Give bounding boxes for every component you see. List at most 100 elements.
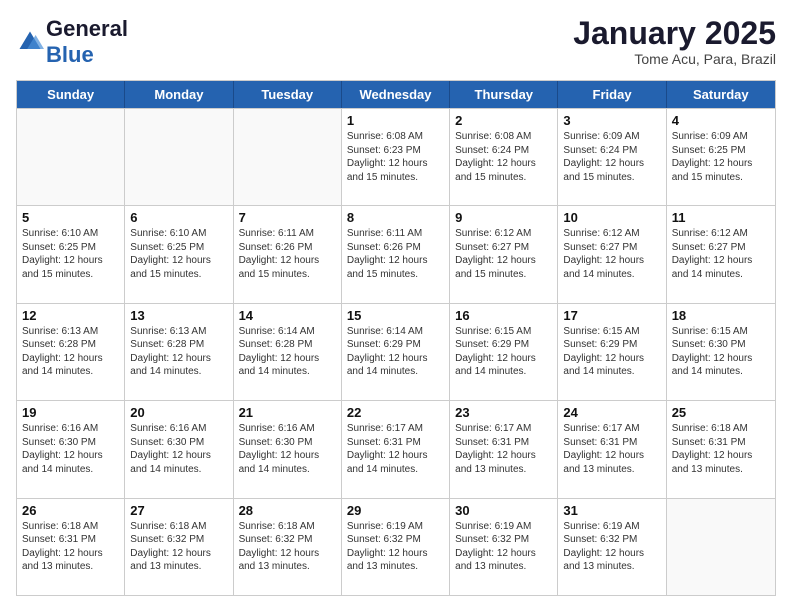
page: General Blue January 2025 Tome Acu, Para… [0, 0, 792, 612]
day-cell-17: 17 Sunrise: 6:15 AM Sunset: 6:29 PM Dayli… [558, 304, 666, 400]
day-cell-18: 18 Sunrise: 6:15 AM Sunset: 6:30 PM Dayli… [667, 304, 775, 400]
day-number: 21 [239, 405, 336, 420]
day-number: 24 [563, 405, 660, 420]
day-cell-25: 25Sunrise: 6:18 AM Sunset: 6:31 PM Dayli… [667, 401, 775, 497]
day-cell-5: 5 Sunrise: 6:10 AM Sunset: 6:25 PM Daylig… [17, 206, 125, 302]
day-cell-19: 19Sunrise: 6:16 AM Sunset: 6:30 PM Dayli… [17, 401, 125, 497]
calendar-title: January 2025 [573, 16, 776, 51]
day-info: Sunrise: 6:17 AM Sunset: 6:31 PM Dayligh… [563, 422, 660, 476]
title-block: January 2025 Tome Acu, Para, Brazil [573, 16, 776, 67]
day-cell-15: 15 Sunrise: 6:14 AM Sunset: 6:29 PM Dayli… [342, 304, 450, 400]
day-cell-30: 30Sunrise: 6:19 AM Sunset: 6:32 PM Dayli… [450, 499, 558, 595]
day-cell-4: 4 Sunrise: 6:09 AM Sunset: 6:25 PM Daylig… [667, 109, 775, 205]
day-cell-23: 23 Sunrise: 6:17 AM Sunset: 6:31 PM Dayli… [450, 401, 558, 497]
day-cell-16: 16 Sunrise: 6:15 AM Sunset: 6:29 PM Dayli… [450, 304, 558, 400]
day-cell-27: 27 Sunrise: 6:18 AM Sunset: 6:32 PM Dayli… [125, 499, 233, 595]
calendar-header: SundayMondayTuesdayWednesdayThursdayFrid… [17, 81, 775, 108]
header-cell-saturday: Saturday [667, 81, 775, 108]
day-cell-2: 2 Sunrise: 6:08 AM Sunset: 6:24 PM Daylig… [450, 109, 558, 205]
day-info: Sunrise: 6:09 AM Sunset: 6:25 PM Dayligh… [672, 130, 770, 184]
day-info: Sunrise: 6:17 AM Sunset: 6:31 PM Dayligh… [455, 422, 552, 476]
day-cell-9: 9Sunrise: 6:12 AM Sunset: 6:27 PM Daylig… [450, 206, 558, 302]
day-info: Sunrise: 6:18 AM Sunset: 6:31 PM Dayligh… [22, 520, 119, 574]
day-number: 2 [455, 113, 552, 128]
day-cell-8: 8Sunrise: 6:11 AM Sunset: 6:26 PM Daylig… [342, 206, 450, 302]
day-info: Sunrise: 6:12 AM Sunset: 6:27 PM Dayligh… [563, 227, 660, 281]
day-number: 13 [130, 308, 227, 323]
week-3: 12 Sunrise: 6:13 AM Sunset: 6:28 PM Dayli… [17, 303, 775, 400]
day-cell-3: 3Sunrise: 6:09 AM Sunset: 6:24 PM Daylig… [558, 109, 666, 205]
calendar: SundayMondayTuesdayWednesdayThursdayFrid… [16, 80, 776, 596]
day-number: 11 [672, 210, 770, 225]
empty-cell [234, 109, 342, 205]
day-number: 17 [563, 308, 660, 323]
day-info: Sunrise: 6:15 AM Sunset: 6:29 PM Dayligh… [563, 325, 660, 379]
day-info: Sunrise: 6:13 AM Sunset: 6:28 PM Dayligh… [130, 325, 227, 379]
day-number: 3 [563, 113, 660, 128]
day-cell-31: 31 Sunrise: 6:19 AM Sunset: 6:32 PM Dayli… [558, 499, 666, 595]
day-info: Sunrise: 6:14 AM Sunset: 6:29 PM Dayligh… [347, 325, 444, 379]
day-cell-21: 21 Sunrise: 6:16 AM Sunset: 6:30 PM Dayli… [234, 401, 342, 497]
day-info: Sunrise: 6:16 AM Sunset: 6:30 PM Dayligh… [130, 422, 227, 476]
day-number: 28 [239, 503, 336, 518]
day-info: Sunrise: 6:18 AM Sunset: 6:32 PM Dayligh… [239, 520, 336, 574]
day-number: 19 [22, 405, 119, 420]
day-info: Sunrise: 6:15 AM Sunset: 6:30 PM Dayligh… [672, 325, 770, 379]
day-cell-10: 10Sunrise: 6:12 AM Sunset: 6:27 PM Dayli… [558, 206, 666, 302]
week-2: 5 Sunrise: 6:10 AM Sunset: 6:25 PM Daylig… [17, 205, 775, 302]
day-info: Sunrise: 6:14 AM Sunset: 6:28 PM Dayligh… [239, 325, 336, 379]
day-cell-11: 11 Sunrise: 6:12 AM Sunset: 6:27 PM Dayli… [667, 206, 775, 302]
day-cell-13: 13 Sunrise: 6:13 AM Sunset: 6:28 PM Dayli… [125, 304, 233, 400]
calendar-body: 1 Sunrise: 6:08 AM Sunset: 6:23 PM Daylig… [17, 108, 775, 595]
header-cell-monday: Monday [125, 81, 233, 108]
day-cell-26: 26 Sunrise: 6:18 AM Sunset: 6:31 PM Dayli… [17, 499, 125, 595]
header-cell-tuesday: Tuesday [234, 81, 342, 108]
day-cell-22: 22Sunrise: 6:17 AM Sunset: 6:31 PM Dayli… [342, 401, 450, 497]
day-info: Sunrise: 6:08 AM Sunset: 6:24 PM Dayligh… [455, 130, 552, 184]
day-number: 7 [239, 210, 336, 225]
day-cell-7: 7 Sunrise: 6:11 AM Sunset: 6:26 PM Daylig… [234, 206, 342, 302]
day-cell-28: 28 Sunrise: 6:18 AM Sunset: 6:32 PM Dayli… [234, 499, 342, 595]
day-info: Sunrise: 6:12 AM Sunset: 6:27 PM Dayligh… [672, 227, 770, 281]
day-info: Sunrise: 6:10 AM Sunset: 6:25 PM Dayligh… [130, 227, 227, 281]
header-cell-thursday: Thursday [450, 81, 558, 108]
week-1: 1 Sunrise: 6:08 AM Sunset: 6:23 PM Daylig… [17, 108, 775, 205]
day-info: Sunrise: 6:18 AM Sunset: 6:32 PM Dayligh… [130, 520, 227, 574]
day-number: 15 [347, 308, 444, 323]
empty-cell [125, 109, 233, 205]
day-cell-12: 12 Sunrise: 6:13 AM Sunset: 6:28 PM Dayli… [17, 304, 125, 400]
header-cell-wednesday: Wednesday [342, 81, 450, 108]
day-info: Sunrise: 6:11 AM Sunset: 6:26 PM Dayligh… [239, 227, 336, 281]
day-info: Sunrise: 6:19 AM Sunset: 6:32 PM Dayligh… [563, 520, 660, 574]
day-number: 8 [347, 210, 444, 225]
day-info: Sunrise: 6:13 AM Sunset: 6:28 PM Dayligh… [22, 325, 119, 379]
day-info: Sunrise: 6:16 AM Sunset: 6:30 PM Dayligh… [239, 422, 336, 476]
day-number: 25 [672, 405, 770, 420]
day-number: 5 [22, 210, 119, 225]
day-cell-1: 1 Sunrise: 6:08 AM Sunset: 6:23 PM Daylig… [342, 109, 450, 205]
logo: General Blue [16, 16, 128, 68]
day-number: 31 [563, 503, 660, 518]
day-info: Sunrise: 6:10 AM Sunset: 6:25 PM Dayligh… [22, 227, 119, 281]
day-info: Sunrise: 6:08 AM Sunset: 6:23 PM Dayligh… [347, 130, 444, 184]
day-info: Sunrise: 6:15 AM Sunset: 6:29 PM Dayligh… [455, 325, 552, 379]
day-number: 1 [347, 113, 444, 128]
day-number: 4 [672, 113, 770, 128]
empty-cell [667, 499, 775, 595]
logo-icon [16, 28, 44, 56]
header: General Blue January 2025 Tome Acu, Para… [16, 16, 776, 68]
day-number: 6 [130, 210, 227, 225]
day-number: 16 [455, 308, 552, 323]
day-cell-14: 14 Sunrise: 6:14 AM Sunset: 6:28 PM Dayli… [234, 304, 342, 400]
day-number: 30 [455, 503, 552, 518]
day-number: 27 [130, 503, 227, 518]
day-number: 18 [672, 308, 770, 323]
day-number: 29 [347, 503, 444, 518]
day-number: 23 [455, 405, 552, 420]
day-number: 14 [239, 308, 336, 323]
day-number: 12 [22, 308, 119, 323]
week-5: 26 Sunrise: 6:18 AM Sunset: 6:31 PM Dayli… [17, 498, 775, 595]
day-number: 26 [22, 503, 119, 518]
day-cell-24: 24 Sunrise: 6:17 AM Sunset: 6:31 PM Dayli… [558, 401, 666, 497]
day-number: 22 [347, 405, 444, 420]
